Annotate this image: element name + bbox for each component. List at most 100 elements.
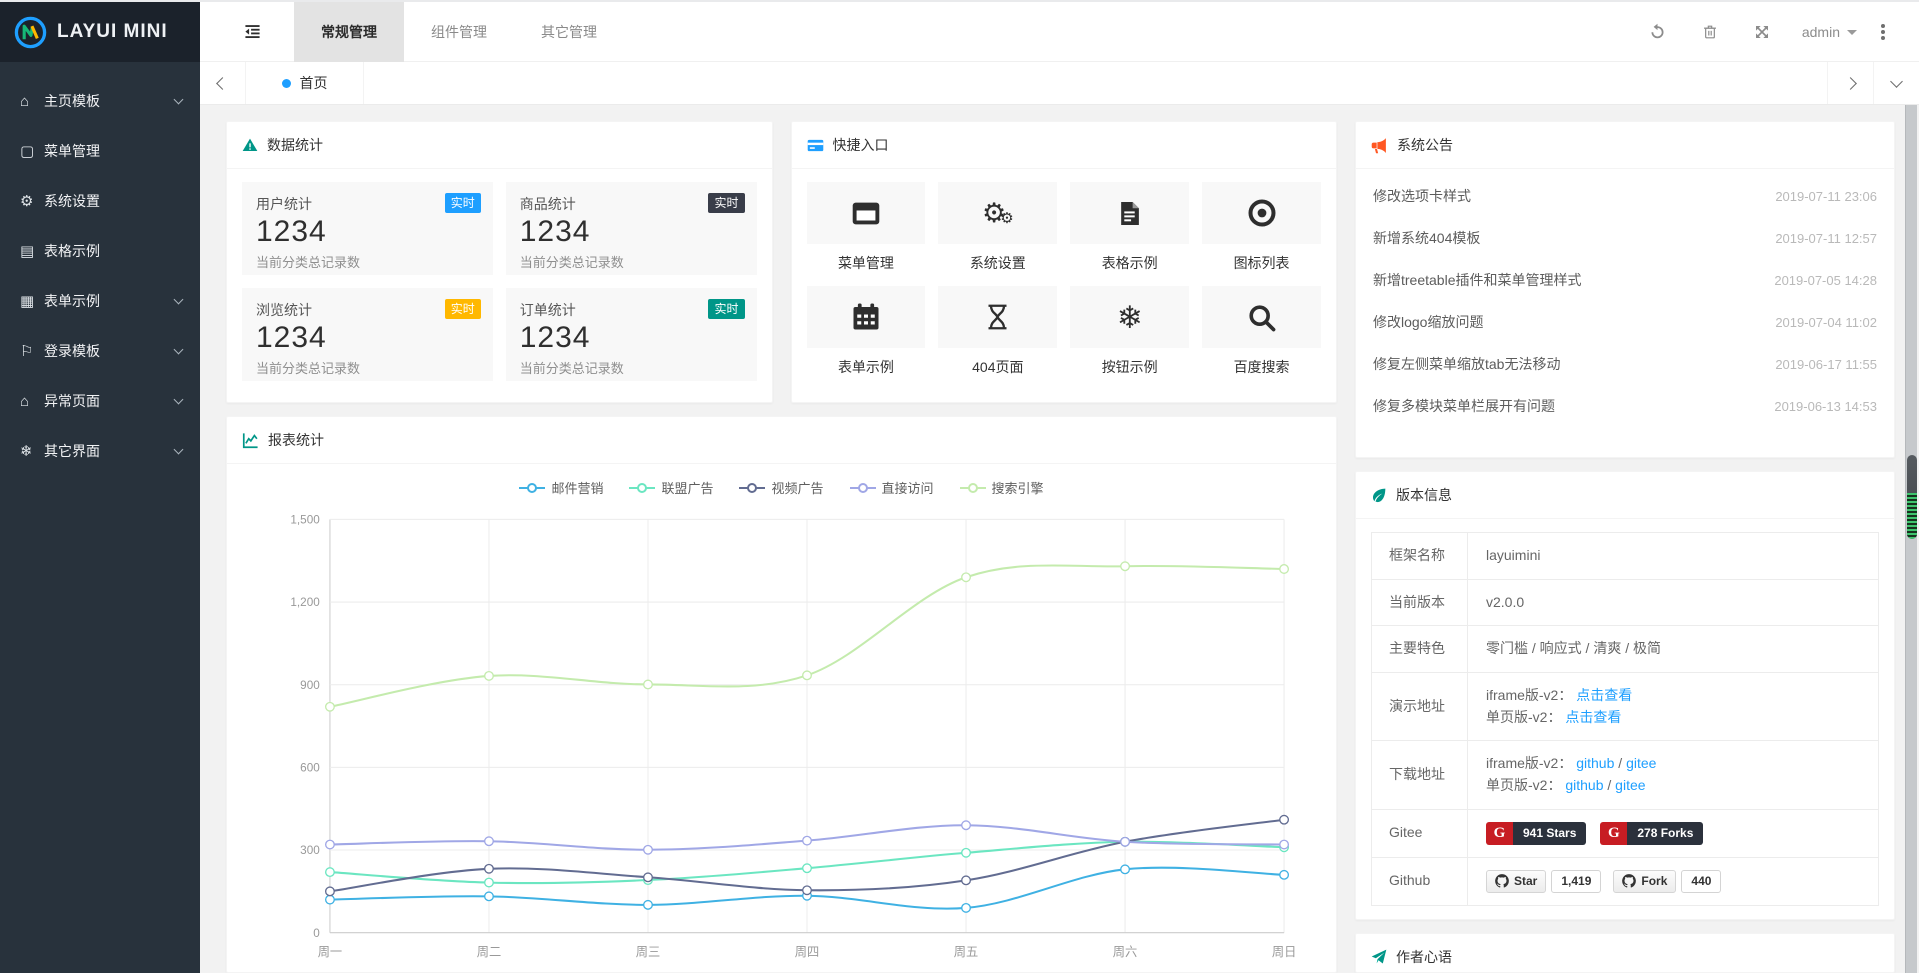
version-row-value: iframe版-v2： 点击查看单页版-v2： 点击查看 [1468, 673, 1879, 741]
version-row: 下载地址iframe版-v2： github / gitee单页版-v2： gi… [1372, 741, 1879, 809]
tabs-scroll-right[interactable] [1827, 62, 1873, 104]
header-tab-1[interactable]: 常规管理 [294, 2, 404, 62]
quick-entry-window[interactable]: 菜单管理 [807, 182, 926, 286]
github-star-button[interactable]: Star [1486, 870, 1546, 893]
quick-entry-dot-circle[interactable]: 图标列表 [1202, 182, 1321, 286]
chevron-right-icon [1844, 77, 1857, 90]
link-gitee[interactable]: gitee [1615, 777, 1645, 793]
version-row: 演示地址iframe版-v2： 点击查看单页版-v2： 点击查看 [1372, 673, 1879, 741]
announcement-text: 修改选项卡样式 [1373, 186, 1471, 206]
announcement-row[interactable]: 修改logo缩放问题2019-07-04 11:02 [1371, 301, 1879, 343]
announcement-row[interactable]: 新增treetable插件和菜单管理样式 2019-07-05 14:28 [1371, 259, 1879, 301]
version-row-label: 主要特色 [1372, 626, 1468, 673]
version-row-label: 下载地址 [1372, 741, 1468, 809]
link-gitee[interactable]: gitee [1626, 755, 1656, 771]
window-icon: ▢ [20, 142, 44, 160]
gitee-logo-icon: G [1486, 822, 1513, 845]
quick-entry-gears[interactable]: ⚙⚙系统设置 [938, 182, 1057, 286]
legend-item-视频广告[interactable]: 视频广告 [739, 478, 823, 497]
page-tab-home[interactable]: 首页 [246, 62, 364, 104]
link-prefix: iframe版-v2： [1486, 687, 1576, 703]
link-点击查看[interactable]: 点击查看 [1565, 709, 1621, 725]
legend-item-联盟广告[interactable]: 联盟广告 [629, 478, 713, 497]
quick-entry-snowflake[interactable]: ❄按钮示例 [1070, 286, 1189, 390]
gitee-badge[interactable]: G941 Stars [1486, 822, 1586, 845]
refresh-icon[interactable] [1632, 23, 1684, 40]
sidebar-item-1[interactable]: ⌂主页模板 [0, 76, 200, 126]
quick-entry-label: 菜单管理 [807, 253, 926, 273]
github-fork-button[interactable]: Fork [1613, 870, 1676, 893]
quick-entry-calendar[interactable]: 表单示例 [807, 286, 926, 390]
version-row-value: 零门槛 / 响应式 / 清爽 / 极简 [1468, 626, 1879, 673]
top-hairline [0, 0, 1919, 2]
svg-text:900: 900 [300, 679, 320, 692]
more-options-icon[interactable] [1881, 30, 1885, 34]
legend-marker [739, 482, 765, 493]
version-table: 框架名称layuimini当前版本v2.0.0主要特色零门槛 / 响应式 / 清… [1371, 532, 1879, 906]
sidebar-item-6[interactable]: ⚐登录模板 [0, 326, 200, 376]
quick-entry-hourglass[interactable]: 404页面 [938, 286, 1057, 390]
sidebar-item-2[interactable]: ▢菜单管理 [0, 126, 200, 176]
sidebar-item-4[interactable]: ▤表格示例 [0, 226, 200, 276]
calendar-icon [851, 302, 881, 332]
tabs-scroll-left[interactable] [200, 62, 246, 104]
scrollbar-thumb[interactable] [1907, 455, 1917, 539]
panel-report-statistics: 报表统计 邮件营销联盟广告视频广告直接访问搜索引擎 03006009001,20… [226, 416, 1337, 973]
gears-icon: ⚙⚙ [982, 200, 1014, 227]
gitee-badge[interactable]: G278 Forks [1600, 822, 1703, 845]
legend-item-搜索引擎[interactable]: 搜索引擎 [960, 478, 1044, 497]
header-nav-tabs: 常规管理组件管理其它管理 [294, 2, 624, 62]
collapse-menu-icon[interactable] [232, 23, 272, 40]
credit-card-icon [807, 137, 824, 154]
legend-label: 直接访问 [882, 478, 934, 497]
announcement-time: 2019-07-05 14:28 [1774, 273, 1877, 288]
sidebar-menu: ⌂主页模板▢菜单管理⚙系统设置▤表格示例▦表单示例⚐登录模板⌂异常页面❄其它界面 [0, 62, 200, 476]
status-badge: 实时 [445, 299, 481, 319]
username: admin [1802, 24, 1840, 40]
quick-entry-file-text[interactable]: 表格示例 [1070, 182, 1189, 286]
logo[interactable]: LAYUI MINI [0, 2, 200, 62]
legend-item-直接访问[interactable]: 直接访问 [850, 478, 934, 497]
header-tab-3[interactable]: 其它管理 [514, 2, 624, 62]
sidebar-item-7[interactable]: ⌂异常页面 [0, 376, 200, 426]
sidebar-item-label: 主页模板 [44, 91, 100, 111]
stat-caption: 当前分类总记录数 [520, 252, 743, 271]
announcement-row[interactable]: 修复左侧菜单缩放tab无法移动2019-06-17 11:55 [1371, 343, 1879, 385]
github-button-label: Star [1514, 872, 1537, 891]
fullscreen-icon[interactable] [1736, 24, 1788, 40]
scrollbar-track[interactable] [1905, 105, 1917, 973]
announcement-row[interactable]: 新增系统404模板2019-07-11 12:57 [1371, 217, 1879, 259]
version-row-value: G941 Stars G278 Forks [1468, 809, 1879, 857]
github-count[interactable]: 440 [1681, 870, 1721, 893]
svg-text:周三: 周三 [636, 945, 660, 959]
announcement-text: 新增系统404模板 [1373, 228, 1480, 248]
sidebar-item-8[interactable]: ❄其它界面 [0, 426, 200, 476]
link-github[interactable]: github [1565, 777, 1603, 793]
user-menu[interactable]: admin [1788, 24, 1871, 40]
header-tab-2[interactable]: 组件管理 [404, 2, 514, 62]
stat-card: 商品统计实时1234当前分类总记录数 [506, 182, 757, 275]
tabs-dropdown[interactable] [1873, 62, 1919, 104]
panel-title: 报表统计 [268, 430, 324, 450]
stat-value: 1234 [256, 215, 479, 249]
chevron-down-icon [174, 394, 184, 404]
legend-item-邮件营销[interactable]: 邮件营销 [519, 478, 603, 497]
sidebar-item-3[interactable]: ⚙系统设置 [0, 176, 200, 226]
quick-entry-search[interactable]: 百度搜索 [1202, 286, 1321, 390]
github-count[interactable]: 1,419 [1551, 870, 1601, 893]
quick-entry-label: 404页面 [938, 357, 1057, 377]
link-github[interactable]: github [1576, 755, 1614, 771]
announcement-row[interactable]: 修复多模块菜单栏展开有问题2019-06-13 14:53 [1371, 385, 1879, 427]
announcement-text: 新增treetable插件和菜单管理样式 [1373, 270, 1581, 290]
page-tab-label: 首页 [300, 73, 328, 93]
trash-icon[interactable] [1684, 23, 1736, 40]
announcement-row[interactable]: 修改选项卡样式2019-07-11 23:06 [1371, 175, 1879, 217]
tabbar-spacer [364, 62, 1827, 104]
sidebar-item-5[interactable]: ▦表单示例 [0, 276, 200, 326]
chevron-down-icon [174, 94, 184, 104]
hourglass-icon [984, 302, 1011, 332]
version-row: 当前版本v2.0.0 [1372, 579, 1879, 626]
link-点击查看[interactable]: 点击查看 [1576, 687, 1632, 703]
chevron-down-icon [1890, 75, 1903, 88]
snowflake-icon: ❄ [1117, 302, 1143, 333]
